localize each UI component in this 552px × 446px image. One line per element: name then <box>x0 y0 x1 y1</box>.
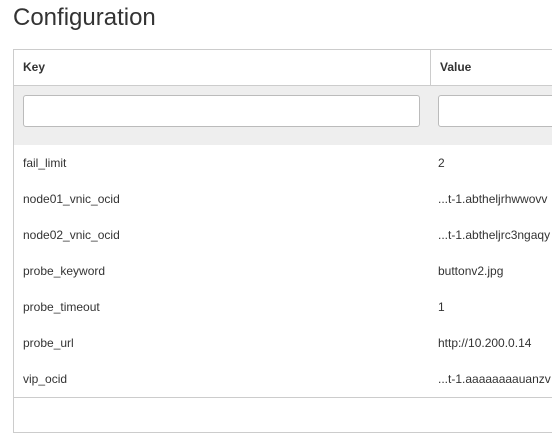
row-key: node01_vnic_ocid <box>23 192 120 206</box>
table-row[interactable]: vip_ocid ...t-1.aaaaaaaauanzv <box>14 361 552 397</box>
table-footer <box>14 397 552 432</box>
row-key: vip_ocid <box>23 372 68 386</box>
row-value: ...t-1.aaaaaaaauanzv <box>438 372 551 386</box>
column-header-value[interactable]: Value <box>430 50 552 85</box>
row-key: probe_timeout <box>23 300 100 314</box>
row-value: ...t-1.abtheljrc3ngaqy <box>438 228 551 242</box>
row-key: probe_url <box>23 336 74 350</box>
table-row[interactable]: node02_vnic_ocid ...t-1.abtheljrc3ngaqy <box>14 217 552 253</box>
row-value: 1 <box>438 300 445 314</box>
page-title: Configuration <box>13 4 156 31</box>
key-filter-input[interactable] <box>23 95 420 127</box>
column-header-key[interactable]: Key <box>14 50 430 85</box>
table-body: fail_limit 2 node01_vnic_ocid ...t-1.abt… <box>14 145 552 397</box>
filter-row <box>14 86 552 145</box>
table-row[interactable]: probe_timeout 1 <box>14 289 552 325</box>
table-row[interactable]: probe_url http://10.200.0.14 <box>14 325 552 361</box>
value-filter-input[interactable] <box>438 95 552 127</box>
row-key: fail_limit <box>23 156 67 170</box>
table-row[interactable]: fail_limit 2 <box>14 145 552 181</box>
row-value: 2 <box>438 156 445 170</box>
row-key: probe_keyword <box>23 264 106 278</box>
row-key: node02_vnic_ocid <box>23 228 120 242</box>
row-value: http://10.200.0.14 <box>438 336 532 350</box>
table-header: Key Value <box>14 50 552 86</box>
table-row[interactable]: probe_keyword buttonv2.jpg <box>14 253 552 289</box>
row-value: ...t-1.abtheljrhwwovv <box>438 192 548 206</box>
table-row[interactable]: node01_vnic_ocid ...t-1.abtheljrhwwovv <box>14 181 552 217</box>
row-value: buttonv2.jpg <box>438 264 504 278</box>
config-table: Key Value fail_limit 2 node01_vnic_ocid … <box>13 49 552 433</box>
